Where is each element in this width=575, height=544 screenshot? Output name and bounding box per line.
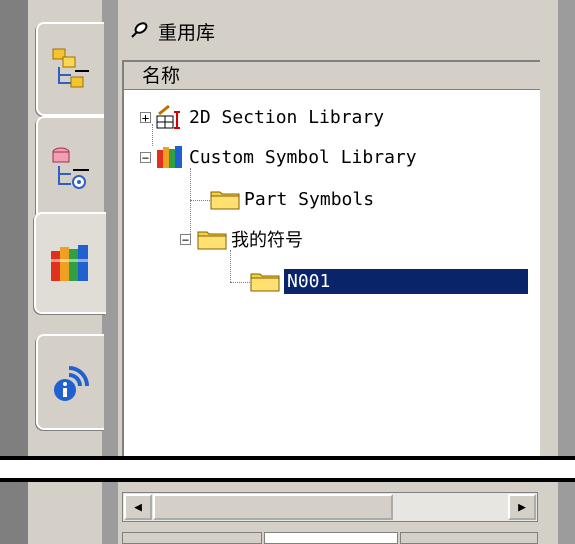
folder-icon (250, 273, 280, 292)
folder-icon (197, 231, 227, 250)
tree-item-n001[interactable]: N001 (250, 264, 528, 298)
folder-icon (210, 191, 240, 210)
bottom-tabs (122, 532, 538, 544)
section-library-icon (156, 104, 180, 129)
tree-connector (190, 200, 210, 201)
tab-part-navigator[interactable] (36, 116, 104, 220)
tree-item-part-symbols[interactable]: Part Symbols (210, 182, 374, 216)
tab-reuse-library[interactable] (34, 212, 106, 314)
part-navigator-icon (52, 147, 89, 189)
collapse-icon[interactable]: − (180, 233, 191, 246)
column-header-name[interactable]: 名称 (124, 62, 540, 90)
books-library-icon (157, 146, 182, 168)
tree-item-label: 我的符号 (231, 230, 303, 251)
assembly-navigator-icon (52, 48, 89, 88)
tab-info[interactable] (36, 334, 104, 430)
scroll-thumb[interactable] (153, 494, 393, 520)
tree-item-label: Part Symbols (244, 188, 375, 210)
tree-item-label: 2D Section Library (189, 106, 385, 128)
tree-item-custom-symbol-library[interactable]: − Custom Symbol Library (140, 140, 417, 174)
separator-band (0, 456, 575, 482)
info-icon (54, 366, 89, 401)
scroll-right-button[interactable]: ▶ (508, 494, 536, 520)
pin-icon[interactable] (128, 21, 148, 41)
horizontal-scrollbar[interactable]: ◀ ▶ (122, 492, 538, 522)
library-tree[interactable]: 名称 + 2D Section Library − Custom Symbol … (122, 60, 540, 466)
tree-item-label: Custom Symbol Library (189, 146, 417, 168)
tree-connector (230, 282, 250, 283)
panel-header: 重用库 (128, 18, 215, 44)
tree-item-label-selected: N001 (284, 268, 528, 294)
tab-assembly-navigator[interactable] (36, 22, 104, 116)
bottom-tab[interactable] (122, 532, 262, 544)
scroll-left-button[interactable]: ◀ (124, 494, 152, 520)
tree-item-my-symbols[interactable]: − 我的符号 (180, 222, 303, 256)
panel-title: 重用库 (158, 21, 216, 44)
collapse-icon[interactable]: − (140, 151, 151, 164)
bottom-tab-active[interactable] (264, 532, 398, 544)
reuse-library-icon (51, 245, 88, 281)
expand-icon[interactable]: + (140, 111, 151, 124)
tree-item-2d-section-library[interactable]: + 2D Section Library (140, 100, 384, 134)
bottom-tab[interactable] (400, 532, 538, 544)
